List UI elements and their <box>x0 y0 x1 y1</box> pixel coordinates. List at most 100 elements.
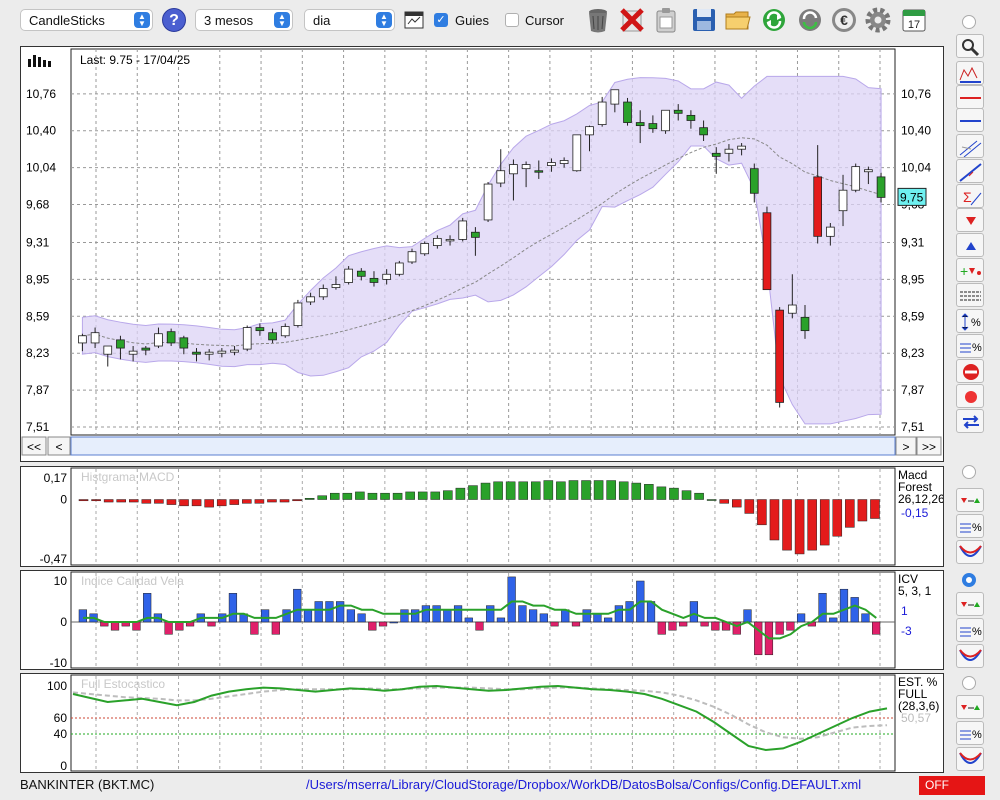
histogram-bar <box>839 588 849 623</box>
cursor-checkbox[interactable] <box>505 13 519 27</box>
candle-body <box>78 335 87 344</box>
histogram-bar <box>166 499 177 505</box>
macd-histogram-chart[interactable]: Histgrama MACD 0,170-0,47 Macd Forest 26… <box>21 467 945 566</box>
svg-text:>>: >> <box>922 440 936 454</box>
arrow-up-blue-button[interactable] <box>956 233 984 257</box>
histogram-bar <box>355 491 365 500</box>
grid-lines-button[interactable] <box>956 283 984 307</box>
percent-range-button[interactable]: % <box>956 309 984 333</box>
candle-body <box>192 351 201 355</box>
histogram-bar <box>700 621 709 627</box>
icv-panel-radio[interactable] <box>962 573 976 587</box>
help-button[interactable]: ? <box>162 8 186 32</box>
chart-style-select[interactable]: CandleSticks ▲ ▼ <box>20 9 153 31</box>
prev-page-button[interactable]: < <box>47 436 71 456</box>
crossover-button[interactable] <box>956 747 984 771</box>
macd-panel-radio[interactable] <box>962 465 976 479</box>
histogram-bar <box>129 499 139 503</box>
next-page-button[interactable]: > <box>895 436 917 456</box>
percent-scale-icon: % <box>960 626 982 638</box>
clipboard-icon[interactable] <box>651 5 681 35</box>
candle-body <box>864 169 873 173</box>
candle-body <box>813 176 823 237</box>
delete-icon[interactable] <box>617 5 647 35</box>
candle-body <box>851 166 861 191</box>
histogram-bar <box>250 621 259 635</box>
crossover-button[interactable] <box>956 644 984 668</box>
price-panel-radio[interactable] <box>962 15 976 29</box>
bar-chart-mini-icon <box>28 55 51 67</box>
histogram-bar <box>614 605 623 623</box>
histogram-bar <box>706 499 717 501</box>
histogram-bar <box>242 499 252 504</box>
histogram-bar <box>432 605 441 623</box>
candle-body <box>103 345 113 355</box>
percent-scale-button[interactable]: % <box>956 618 984 642</box>
percent-scale-button[interactable]: % <box>956 334 984 358</box>
y-tick-label: 7,51 <box>26 420 50 434</box>
save-icon[interactable] <box>689 5 719 35</box>
refresh-icon[interactable] <box>759 5 789 35</box>
off-button[interactable]: OFF <box>919 776 985 795</box>
histogram-bar <box>775 621 784 635</box>
histogram-bar <box>400 609 409 623</box>
sigma-button[interactable]: Σ <box>956 184 984 208</box>
guides-checkbox[interactable]: ✓ <box>434 13 448 27</box>
signal-arrows-button[interactable] <box>956 488 984 512</box>
histogram-bar <box>618 481 629 500</box>
indicator-overlay-button[interactable] <box>956 61 984 85</box>
histogram-bar <box>417 491 428 500</box>
histogram-bar <box>668 621 677 631</box>
horizontal-line-blue-button[interactable] <box>956 108 984 132</box>
histogram-bar <box>216 499 227 507</box>
folder-icon[interactable] <box>723 5 753 35</box>
arrow-down-red-button[interactable] <box>956 208 984 232</box>
percent-scale-button[interactable]: % <box>956 514 984 538</box>
date-scrollbar[interactable] <box>70 436 896 456</box>
stochastic-chart[interactable]: Full Estocastico 10060400 EST. % FULL (2… <box>21 674 943 773</box>
calculator-icon[interactable] <box>404 11 424 29</box>
candle-body <box>382 273 391 280</box>
histogram-bar <box>743 609 752 623</box>
trash-icon[interactable] <box>583 5 613 35</box>
no-entry-button[interactable] <box>956 359 984 383</box>
candle-body <box>242 327 252 350</box>
horizontal-line-blue-icon <box>960 120 981 122</box>
histogram-bar <box>455 487 466 500</box>
stochastic-panel-radio[interactable] <box>962 676 976 690</box>
candle <box>242 325 252 352</box>
candle-body <box>293 302 303 326</box>
horizontal-line-red-button[interactable] <box>956 85 984 109</box>
histogram-bar <box>204 499 214 508</box>
swap-button[interactable] <box>956 409 984 433</box>
histogram-bar <box>260 609 270 623</box>
add-signal-button[interactable]: + <box>956 258 984 282</box>
gear-icon[interactable] <box>863 5 893 35</box>
candle-body <box>204 351 214 355</box>
signal-arrows-button[interactable] <box>956 695 984 719</box>
first-page-button[interactable]: << <box>21 436 47 456</box>
histogram-bar <box>744 499 755 514</box>
candle <box>420 241 430 256</box>
candle-body <box>230 349 239 353</box>
interval-select[interactable]: dia ▲ ▼ <box>304 9 395 31</box>
no-entry-icon <box>963 364 979 380</box>
record-button[interactable] <box>956 384 984 408</box>
icv-legend-2: 5, 3, 1 <box>898 584 932 598</box>
icv-chart[interactable]: Indice Calidad Vela 100-10 ICV 5, 3, 1 1… <box>21 571 943 670</box>
candle <box>344 266 353 285</box>
trend-line-button[interactable] <box>956 159 984 183</box>
zoom-button[interactable] <box>956 34 984 58</box>
config-path-link[interactable]: /Users/mserra/Library/CloudStorage/Dropb… <box>306 777 861 792</box>
crossover-button[interactable] <box>956 540 984 564</box>
calendar-icon[interactable]: 17 <box>899 5 929 35</box>
euro-icon[interactable]: € <box>829 5 859 35</box>
svg-text:%: % <box>972 626 982 638</box>
percent-scale-button[interactable]: % <box>956 721 984 745</box>
last-page-button[interactable]: >> <box>916 436 942 456</box>
refresh-alt-icon[interactable] <box>795 5 825 35</box>
candlestick-chart[interactable]: 10,7610,7610,4010,4010,0410,049,689,689,… <box>21 47 943 461</box>
signal-arrows-button[interactable] <box>956 592 984 616</box>
trend-channel-button[interactable] <box>956 134 984 158</box>
period-select[interactable]: 3 mesos ▲ ▼ <box>195 9 293 31</box>
